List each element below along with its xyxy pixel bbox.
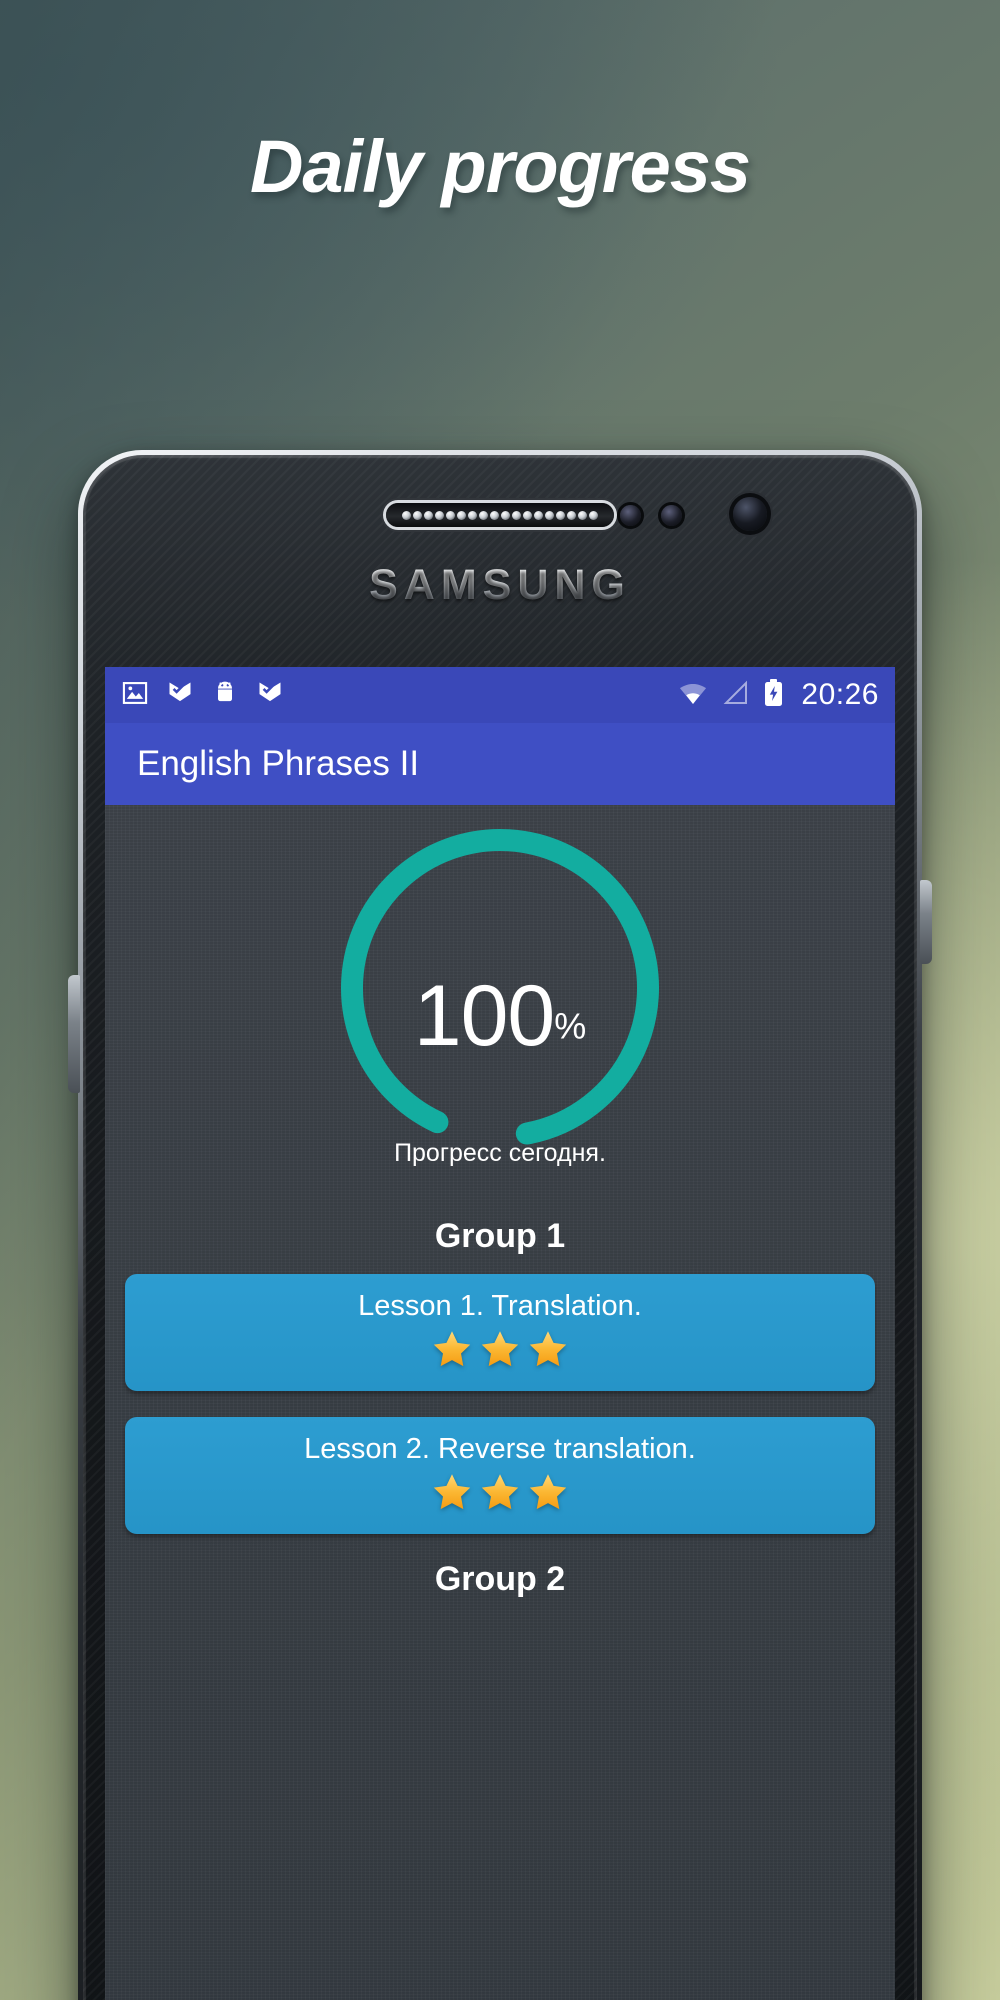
group-title: Group 1: [434, 1217, 566, 1255]
gallery-image-icon: [121, 679, 149, 712]
earpiece-speaker-grille: [386, 503, 614, 527]
phone-screen: 20:26 English Phrases II 100% Прогресс с…: [105, 667, 895, 2000]
progress-caption: Прогресс сегодня.: [394, 1139, 606, 1167]
progress-ring-value-group: 100%: [125, 973, 875, 1059]
status-bar-notification-icons: [121, 679, 284, 712]
checkmark-flag-icon: [166, 679, 194, 712]
group-section-1: Group 1 Lesson 1. Translation. Lesson 2.…: [125, 1217, 875, 1534]
device-brand-logo: SAMSUNG: [83, 561, 917, 610]
battery-charging-icon: [763, 678, 784, 713]
wifi-icon: [676, 679, 710, 712]
lesson-card[interactable]: Lesson 1. Translation.: [125, 1274, 875, 1391]
page-title: Daily progress: [249, 125, 751, 208]
device-top-bezel: SAMSUNG: [83, 455, 917, 667]
front-camera-icon: [733, 497, 767, 531]
app-bar: English Phrases II: [105, 723, 895, 805]
lesson-star-rating: [145, 1327, 855, 1373]
lesson-card[interactable]: Lesson 2. Reverse translation.: [125, 1417, 875, 1534]
progress-unit: %: [554, 1005, 587, 1047]
app-content: 100% Прогресс сегодня. Group 1 Lesson 1.…: [105, 805, 895, 2000]
star-icon: [429, 1470, 475, 1516]
daily-progress-ring: 100% Прогресс сегодня.: [125, 823, 875, 1211]
group-title: Group 2: [434, 1560, 566, 1598]
status-bar-clock: 20:26: [801, 678, 879, 711]
status-bar-system-icons: 20:26: [676, 678, 879, 713]
app-title: English Phrases II: [137, 744, 420, 783]
phone-device-frame: SAMSUNG 20:26 English Phrases II 100% Пр…: [68, 450, 932, 2000]
android-robot-icon: [211, 679, 239, 712]
signal-triangle-icon: [723, 679, 750, 712]
status-bar: 20:26: [105, 667, 895, 723]
lesson-star-rating: [145, 1470, 855, 1516]
lesson-title: Lesson 1. Translation.: [358, 1290, 642, 1322]
star-icon: [477, 1327, 523, 1373]
progress-value: 100: [413, 968, 555, 1064]
lesson-title: Lesson 2. Reverse translation.: [304, 1433, 696, 1465]
volume-button[interactable]: [68, 975, 80, 1093]
power-button[interactable]: [920, 880, 932, 964]
star-icon: [525, 1327, 571, 1373]
star-icon: [477, 1470, 523, 1516]
light-sensor-icon: [661, 505, 682, 526]
proximity-sensor-icon: [620, 505, 641, 526]
star-icon: [429, 1327, 475, 1373]
group-section-2: Group 2: [125, 1560, 875, 1599]
star-icon: [525, 1470, 571, 1516]
checkmark-flag-icon: [256, 679, 284, 712]
